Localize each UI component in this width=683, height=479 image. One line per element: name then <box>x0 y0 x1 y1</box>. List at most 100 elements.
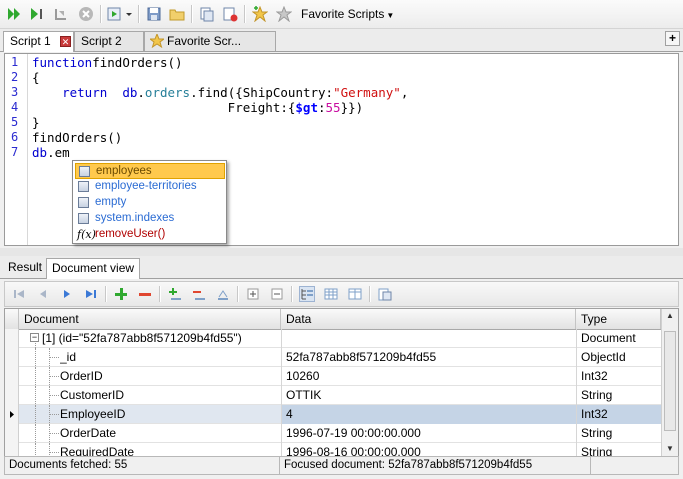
table-row[interactable]: OrderID 10260 Int32 <box>5 367 661 386</box>
column-header-document[interactable]: Document <box>19 309 281 329</box>
run-line-icon[interactable] <box>27 4 47 24</box>
autocomplete-item[interactable]: employees <box>75 163 225 179</box>
clear-script-icon[interactable] <box>220 4 240 24</box>
first-record-icon[interactable] <box>11 286 27 302</box>
column-header-type[interactable]: Type <box>576 309 661 329</box>
tab-label: Script 2 <box>81 34 122 48</box>
favorite-scripts-menu[interactable]: Favorite Scripts ▼ <box>301 7 394 21</box>
autocomplete-item[interactable]: system.indexes <box>75 211 225 227</box>
scrollbar-thumb[interactable] <box>664 331 676 431</box>
vertical-scrollbar[interactable]: ▲ ▼ <box>661 309 678 457</box>
code-line: } <box>32 115 40 130</box>
toolbar-separator <box>291 286 293 302</box>
code-token: $gt <box>295 100 318 115</box>
cell-data[interactable]: 10260 <box>281 367 576 386</box>
document-grid[interactable]: Document Data Type − [1] (id="52fa787abb8… <box>4 308 679 458</box>
row-indicator[interactable] <box>5 329 19 348</box>
cell-type[interactable]: String <box>576 386 661 405</box>
tab-result[interactable]: Result <box>3 258 47 278</box>
table-view-icon[interactable] <box>347 286 363 302</box>
save-icon[interactable] <box>144 4 164 24</box>
table-row[interactable]: OrderDate 1996-07-19 00:00:00.000 String <box>5 424 661 443</box>
add-tab-button[interactable]: + <box>665 31 680 46</box>
line-number: 4 <box>11 100 19 114</box>
cell-data[interactable] <box>281 329 576 348</box>
remove-icon[interactable] <box>137 286 153 302</box>
toolbar-separator <box>237 286 239 302</box>
tab-label: Result <box>8 260 43 274</box>
code-token: return <box>62 85 108 100</box>
close-icon[interactable]: ✕ <box>60 36 71 47</box>
cell-type[interactable]: ObjectId <box>576 348 661 367</box>
table-row[interactable]: − [1] (id="52fa787abb8f571209b4fd55") Docu… <box>5 329 661 356</box>
tab-document-view[interactable]: Document view <box>46 258 141 279</box>
favorites-star-icon[interactable] <box>274 4 294 24</box>
status-bar: Documents fetched: 55 Focused document: … <box>4 456 679 475</box>
scroll-up-icon[interactable]: ▲ <box>664 310 676 322</box>
cell-document[interactable]: EmployeeID <box>60 405 281 424</box>
cell-type[interactable]: Int32 <box>576 367 661 386</box>
autocomplete-item[interactable]: f(x) removeUser() <box>75 227 225 243</box>
table-row[interactable]: CustomerID OTTIK String <box>5 386 661 405</box>
tree-view-icon[interactable] <box>299 286 315 302</box>
cell-data[interactable]: OTTIK <box>281 386 576 405</box>
tree-line <box>35 405 37 423</box>
row-indicator[interactable] <box>5 386 19 405</box>
cell-document[interactable]: [1] (id="52fa787abb8f571209b4fd55") <box>42 329 281 348</box>
row-indicator[interactable] <box>5 424 19 443</box>
autocomplete-item[interactable]: employee-territories <box>75 179 225 195</box>
cell-type[interactable]: Document <box>576 329 661 348</box>
previous-record-icon[interactable] <box>35 286 51 302</box>
tree-line <box>35 367 37 385</box>
copy-script-icon[interactable] <box>197 4 217 24</box>
row-indicator[interactable] <box>5 405 19 424</box>
row-indicator[interactable] <box>5 348 19 367</box>
table-row[interactable]: EmployeeID 4 Int32 <box>5 405 661 424</box>
add-icon[interactable] <box>113 286 129 302</box>
cell-data[interactable]: 1996-07-19 00:00:00.000 <box>281 424 576 443</box>
collapse-all-icon[interactable] <box>269 286 285 302</box>
cell-document[interactable]: OrderDate <box>60 424 281 443</box>
step-icon[interactable] <box>50 4 70 24</box>
last-record-icon[interactable] <box>83 286 99 302</box>
tab-label: Favorite Scr... <box>167 34 242 48</box>
cell-document[interactable]: _id <box>60 348 281 367</box>
autocomplete-item[interactable]: empty <box>75 195 225 211</box>
execute-dropdown-icon[interactable] <box>106 4 134 24</box>
tab-favorite-scripts[interactable]: Favorite Scr... <box>144 31 276 51</box>
open-folder-icon[interactable] <box>167 4 187 24</box>
grid-view-icon[interactable] <box>323 286 339 302</box>
code-token: findOrders() <box>32 130 123 145</box>
collapse-icon[interactable]: − <box>30 333 39 342</box>
column-header-data[interactable]: Data <box>281 309 576 329</box>
add-field-icon[interactable] <box>167 286 183 302</box>
run-icon[interactable] <box>4 4 24 24</box>
table-row[interactable]: _id 52fa787abb8f571209b4fd55 ObjectId <box>5 348 661 367</box>
code-line: functionfindOrders() <box>32 55 183 70</box>
cell-type[interactable]: Int32 <box>576 405 661 424</box>
edit-field-icon[interactable] <box>215 286 231 302</box>
expand-all-icon[interactable] <box>245 286 261 302</box>
add-favorite-icon[interactable] <box>250 4 270 24</box>
cell-data[interactable]: 52fa787abb8f571209b4fd55 <box>281 348 576 367</box>
tab-script-2[interactable]: Script 2 <box>74 31 144 51</box>
code-token: . <box>137 85 145 100</box>
row-indicator[interactable] <box>5 367 19 386</box>
scroll-down-icon[interactable]: ▼ <box>664 443 676 455</box>
line-number: 1 <box>11 55 19 69</box>
tree-line <box>49 348 51 366</box>
tab-script-1[interactable]: Script 1 ✕ <box>3 31 74 52</box>
splitter[interactable] <box>0 248 683 256</box>
tree-line <box>49 386 51 404</box>
remove-field-icon[interactable] <box>191 286 207 302</box>
main-toolbar: Favorite Scripts ▼ <box>0 0 683 29</box>
cell-data[interactable]: 4 <box>281 405 576 424</box>
cell-document[interactable]: CustomerID <box>60 386 281 405</box>
autocomplete-popup: employees employee-territories empty system… <box>72 160 227 244</box>
code-token: db <box>32 145 48 160</box>
stop-icon[interactable] <box>76 4 96 24</box>
cell-document[interactable]: OrderID <box>60 367 281 386</box>
export-icon[interactable] <box>377 286 393 302</box>
cell-type[interactable]: String <box>576 424 661 443</box>
next-record-icon[interactable] <box>59 286 75 302</box>
